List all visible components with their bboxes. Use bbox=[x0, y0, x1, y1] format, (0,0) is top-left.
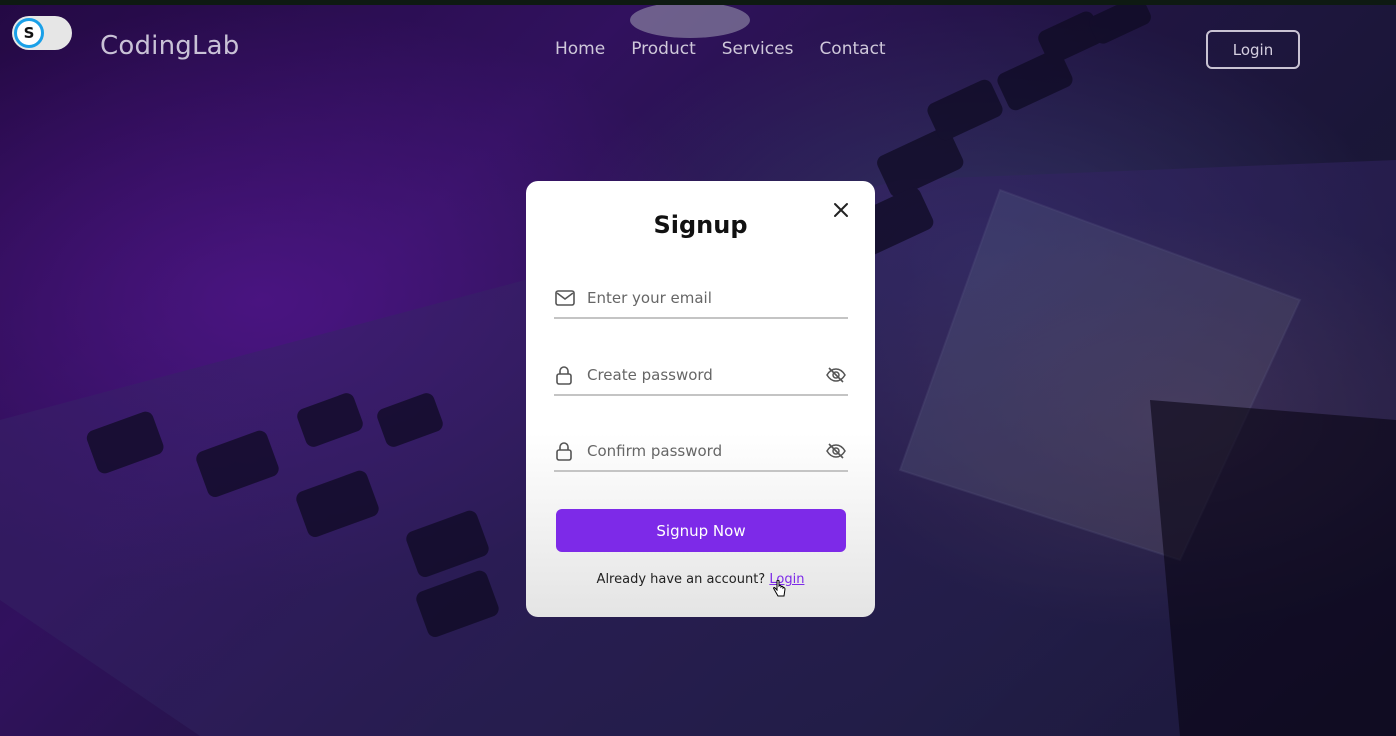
confirm-password-field bbox=[554, 432, 848, 472]
theme-toggle[interactable]: S bbox=[12, 16, 72, 50]
lock-icon bbox=[555, 441, 575, 461]
confirm-password-input[interactable] bbox=[587, 442, 826, 460]
hand-cursor-icon bbox=[773, 580, 786, 597]
signup-modal: Signup Signup Now Already have an accoun… bbox=[526, 181, 875, 617]
signup-button[interactable]: Signup Now bbox=[556, 509, 846, 552]
toggle-knob: S bbox=[14, 18, 44, 48]
toggle-letter: S bbox=[23, 24, 35, 42]
login-prompt: Already have an account? Login bbox=[526, 572, 875, 587]
password-input[interactable] bbox=[587, 366, 826, 384]
envelope-icon bbox=[555, 288, 575, 308]
top-strip bbox=[0, 0, 1396, 5]
nav-contact[interactable]: Contact bbox=[819, 39, 885, 59]
site-logo[interactable]: CodingLab bbox=[100, 31, 240, 61]
eye-slash-icon[interactable] bbox=[826, 365, 846, 385]
eye-slash-icon[interactable] bbox=[826, 441, 846, 461]
modal-title: Signup bbox=[653, 211, 748, 239]
nav-product[interactable]: Product bbox=[631, 39, 696, 59]
nav-services[interactable]: Services bbox=[722, 39, 794, 59]
email-field bbox=[554, 279, 848, 319]
nav-home[interactable]: Home bbox=[555, 39, 605, 59]
email-input[interactable] bbox=[587, 289, 848, 307]
password-field bbox=[554, 356, 848, 396]
login-prompt-text: Already have an account? bbox=[596, 572, 766, 587]
lock-icon bbox=[555, 365, 575, 385]
header-login-button[interactable]: Login bbox=[1206, 30, 1300, 69]
main-nav: Home Product Services Contact bbox=[555, 39, 886, 59]
